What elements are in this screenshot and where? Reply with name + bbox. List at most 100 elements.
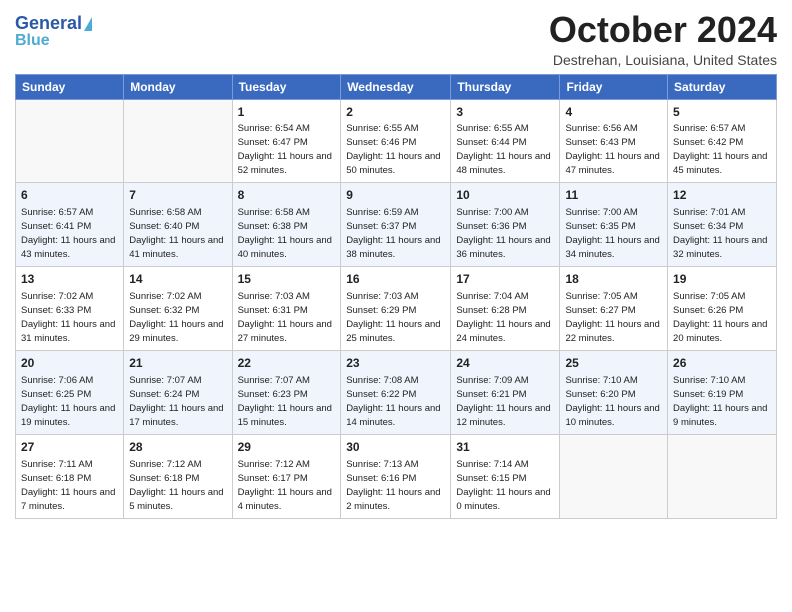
calendar-week-row: 27 Sunrise: 7:11 AMSunset: 6:18 PMDayligh…: [16, 434, 777, 518]
day-info: Sunrise: 7:08 AMSunset: 6:22 PMDaylight:…: [346, 375, 440, 428]
day-info: Sunrise: 7:00 AMSunset: 6:35 PMDaylight:…: [565, 207, 659, 260]
weekday-header-wednesday: Wednesday: [341, 74, 451, 99]
calendar-cell: 6Sunrise: 6:57 AMSunset: 6:41 PMDaylight…: [16, 183, 124, 267]
calendar-cell: 23 Sunrise: 7:08 AMSunset: 6:22 PMDayligh…: [341, 350, 451, 434]
day-info: Sunrise: 6:55 AMSunset: 6:46 PMDaylight:…: [346, 123, 440, 176]
day-info: Sunrise: 7:03 AMSunset: 6:31 PMDaylight:…: [238, 291, 332, 344]
day-info: Sunrise: 6:54 AMSunset: 6:47 PMDaylight:…: [238, 123, 332, 176]
day-number: 10: [456, 187, 554, 204]
day-info: Sunrise: 6:56 AMSunset: 6:43 PMDaylight:…: [565, 123, 659, 176]
calendar-cell: 14Sunrise: 7:02 AMSunset: 6:32 PMDayligh…: [124, 267, 232, 351]
calendar-cell: 22 Sunrise: 7:07 AMSunset: 6:23 PMDayligh…: [232, 350, 341, 434]
calendar-week-row: 1Sunrise: 6:54 AMSunset: 6:47 PMDaylight…: [16, 99, 777, 183]
calendar-cell: [560, 434, 668, 518]
day-info: Sunrise: 7:13 AMSunset: 6:16 PMDaylight:…: [346, 459, 440, 512]
calendar-cell: [124, 99, 232, 183]
day-number: 15: [238, 271, 336, 288]
day-number: 22: [238, 355, 336, 372]
day-number: 2: [346, 104, 445, 121]
day-info: Sunrise: 7:04 AMSunset: 6:28 PMDaylight:…: [456, 291, 550, 344]
day-info: Sunrise: 6:58 AMSunset: 6:40 PMDaylight:…: [129, 207, 223, 260]
calendar-week-row: 6Sunrise: 6:57 AMSunset: 6:41 PMDaylight…: [16, 183, 777, 267]
calendar-week-row: 13Sunrise: 7:02 AMSunset: 6:33 PMDayligh…: [16, 267, 777, 351]
day-number: 7: [129, 187, 226, 204]
day-info: Sunrise: 7:11 AMSunset: 6:18 PMDaylight:…: [21, 459, 115, 512]
day-number: 17: [456, 271, 554, 288]
calendar-cell: 25Sunrise: 7:10 AMSunset: 6:20 PMDayligh…: [560, 350, 668, 434]
day-info: Sunrise: 7:12 AMSunset: 6:17 PMDaylight:…: [238, 459, 332, 512]
calendar-cell: 28Sunrise: 7:12 AMSunset: 6:18 PMDayligh…: [124, 434, 232, 518]
day-number: 9: [346, 187, 445, 204]
location: Destrehan, Louisiana, United States: [549, 52, 777, 68]
day-number: 6: [21, 187, 118, 204]
calendar-cell: 19Sunrise: 7:05 AMSunset: 6:26 PMDayligh…: [668, 267, 777, 351]
calendar-cell: 12 Sunrise: 7:01 AMSunset: 6:34 PMDayligh…: [668, 183, 777, 267]
calendar-cell: 31 Sunrise: 7:14 AMSunset: 6:15 PMDayligh…: [451, 434, 560, 518]
day-number: 30: [346, 439, 445, 456]
day-info: Sunrise: 7:14 AMSunset: 6:15 PMDaylight:…: [456, 459, 550, 512]
weekday-header-tuesday: Tuesday: [232, 74, 341, 99]
day-number: 21: [129, 355, 226, 372]
calendar-table: SundayMondayTuesdayWednesdayThursdayFrid…: [15, 74, 777, 519]
day-number: 26: [673, 355, 771, 372]
weekday-header-sunday: Sunday: [16, 74, 124, 99]
day-info: Sunrise: 7:07 AMSunset: 6:24 PMDaylight:…: [129, 375, 223, 428]
day-info: Sunrise: 6:55 AMSunset: 6:44 PMDaylight:…: [456, 123, 550, 176]
day-info: Sunrise: 7:05 AMSunset: 6:27 PMDaylight:…: [565, 291, 659, 344]
day-info: Sunrise: 7:05 AMSunset: 6:26 PMDaylight:…: [673, 291, 767, 344]
day-number: 12: [673, 187, 771, 204]
calendar-cell: 18 Sunrise: 7:05 AMSunset: 6:27 PMDayligh…: [560, 267, 668, 351]
calendar-cell: 27 Sunrise: 7:11 AMSunset: 6:18 PMDayligh…: [16, 434, 124, 518]
calendar-cell: 2 Sunrise: 6:55 AMSunset: 6:46 PMDaylight…: [341, 99, 451, 183]
calendar-cell: [668, 434, 777, 518]
calendar-cell: 13Sunrise: 7:02 AMSunset: 6:33 PMDayligh…: [16, 267, 124, 351]
calendar-cell: 17 Sunrise: 7:04 AMSunset: 6:28 PMDayligh…: [451, 267, 560, 351]
day-info: Sunrise: 6:58 AMSunset: 6:38 PMDaylight:…: [238, 207, 332, 260]
day-info: Sunrise: 7:02 AMSunset: 6:33 PMDaylight:…: [21, 291, 115, 344]
weekday-header-monday: Monday: [124, 74, 232, 99]
day-number: 29: [238, 439, 336, 456]
day-info: Sunrise: 6:59 AMSunset: 6:37 PMDaylight:…: [346, 207, 440, 260]
calendar-cell: 30 Sunrise: 7:13 AMSunset: 6:16 PMDayligh…: [341, 434, 451, 518]
day-number: 25: [565, 355, 662, 372]
day-info: Sunrise: 6:57 AMSunset: 6:42 PMDaylight:…: [673, 123, 767, 176]
logo: General Blue: [15, 14, 92, 49]
day-number: 24: [456, 355, 554, 372]
calendar-cell: 5 Sunrise: 6:57 AMSunset: 6:42 PMDaylight…: [668, 99, 777, 183]
day-info: Sunrise: 7:02 AMSunset: 6:32 PMDaylight:…: [129, 291, 223, 344]
day-number: 20: [21, 355, 118, 372]
day-number: 28: [129, 439, 226, 456]
day-number: 31: [456, 439, 554, 456]
calendar-cell: 3Sunrise: 6:55 AMSunset: 6:44 PMDaylight…: [451, 99, 560, 183]
header: General Blue October 2024 Destrehan, Lou…: [15, 10, 777, 68]
calendar-cell: 20Sunrise: 7:06 AMSunset: 6:25 PMDayligh…: [16, 350, 124, 434]
day-number: 11: [565, 187, 662, 204]
day-info: Sunrise: 7:00 AMSunset: 6:36 PMDaylight:…: [456, 207, 550, 260]
day-info: Sunrise: 7:07 AMSunset: 6:23 PMDaylight:…: [238, 375, 332, 428]
calendar-cell: 1Sunrise: 6:54 AMSunset: 6:47 PMDaylight…: [232, 99, 341, 183]
day-info: Sunrise: 7:09 AMSunset: 6:21 PMDaylight:…: [456, 375, 550, 428]
day-number: 16: [346, 271, 445, 288]
calendar-cell: 4 Sunrise: 6:56 AMSunset: 6:43 PMDaylight…: [560, 99, 668, 183]
calendar-cell: 29 Sunrise: 7:12 AMSunset: 6:17 PMDayligh…: [232, 434, 341, 518]
day-number: 5: [673, 104, 771, 121]
day-number: 23: [346, 355, 445, 372]
month-title: October 2024: [549, 10, 777, 50]
day-number: 27: [21, 439, 118, 456]
calendar-cell: 10 Sunrise: 7:00 AMSunset: 6:36 PMDayligh…: [451, 183, 560, 267]
calendar-cell: 21 Sunrise: 7:07 AMSunset: 6:24 PMDayligh…: [124, 350, 232, 434]
weekday-header-friday: Friday: [560, 74, 668, 99]
calendar-cell: 7 Sunrise: 6:58 AMSunset: 6:40 PMDaylight…: [124, 183, 232, 267]
title-block: October 2024 Destrehan, Louisiana, Unite…: [549, 10, 777, 68]
day-info: Sunrise: 7:10 AMSunset: 6:19 PMDaylight:…: [673, 375, 767, 428]
calendar-cell: 9 Sunrise: 6:59 AMSunset: 6:37 PMDaylight…: [341, 183, 451, 267]
day-number: 18: [565, 271, 662, 288]
day-info: Sunrise: 7:01 AMSunset: 6:34 PMDaylight:…: [673, 207, 767, 260]
page: General Blue October 2024 Destrehan, Lou…: [0, 0, 792, 612]
day-number: 4: [565, 104, 662, 121]
calendar-cell: 26 Sunrise: 7:10 AMSunset: 6:19 PMDayligh…: [668, 350, 777, 434]
weekday-header-thursday: Thursday: [451, 74, 560, 99]
weekday-header-saturday: Saturday: [668, 74, 777, 99]
calendar-header-row: SundayMondayTuesdayWednesdayThursdayFrid…: [16, 74, 777, 99]
calendar-cell: 24 Sunrise: 7:09 AMSunset: 6:21 PMDayligh…: [451, 350, 560, 434]
